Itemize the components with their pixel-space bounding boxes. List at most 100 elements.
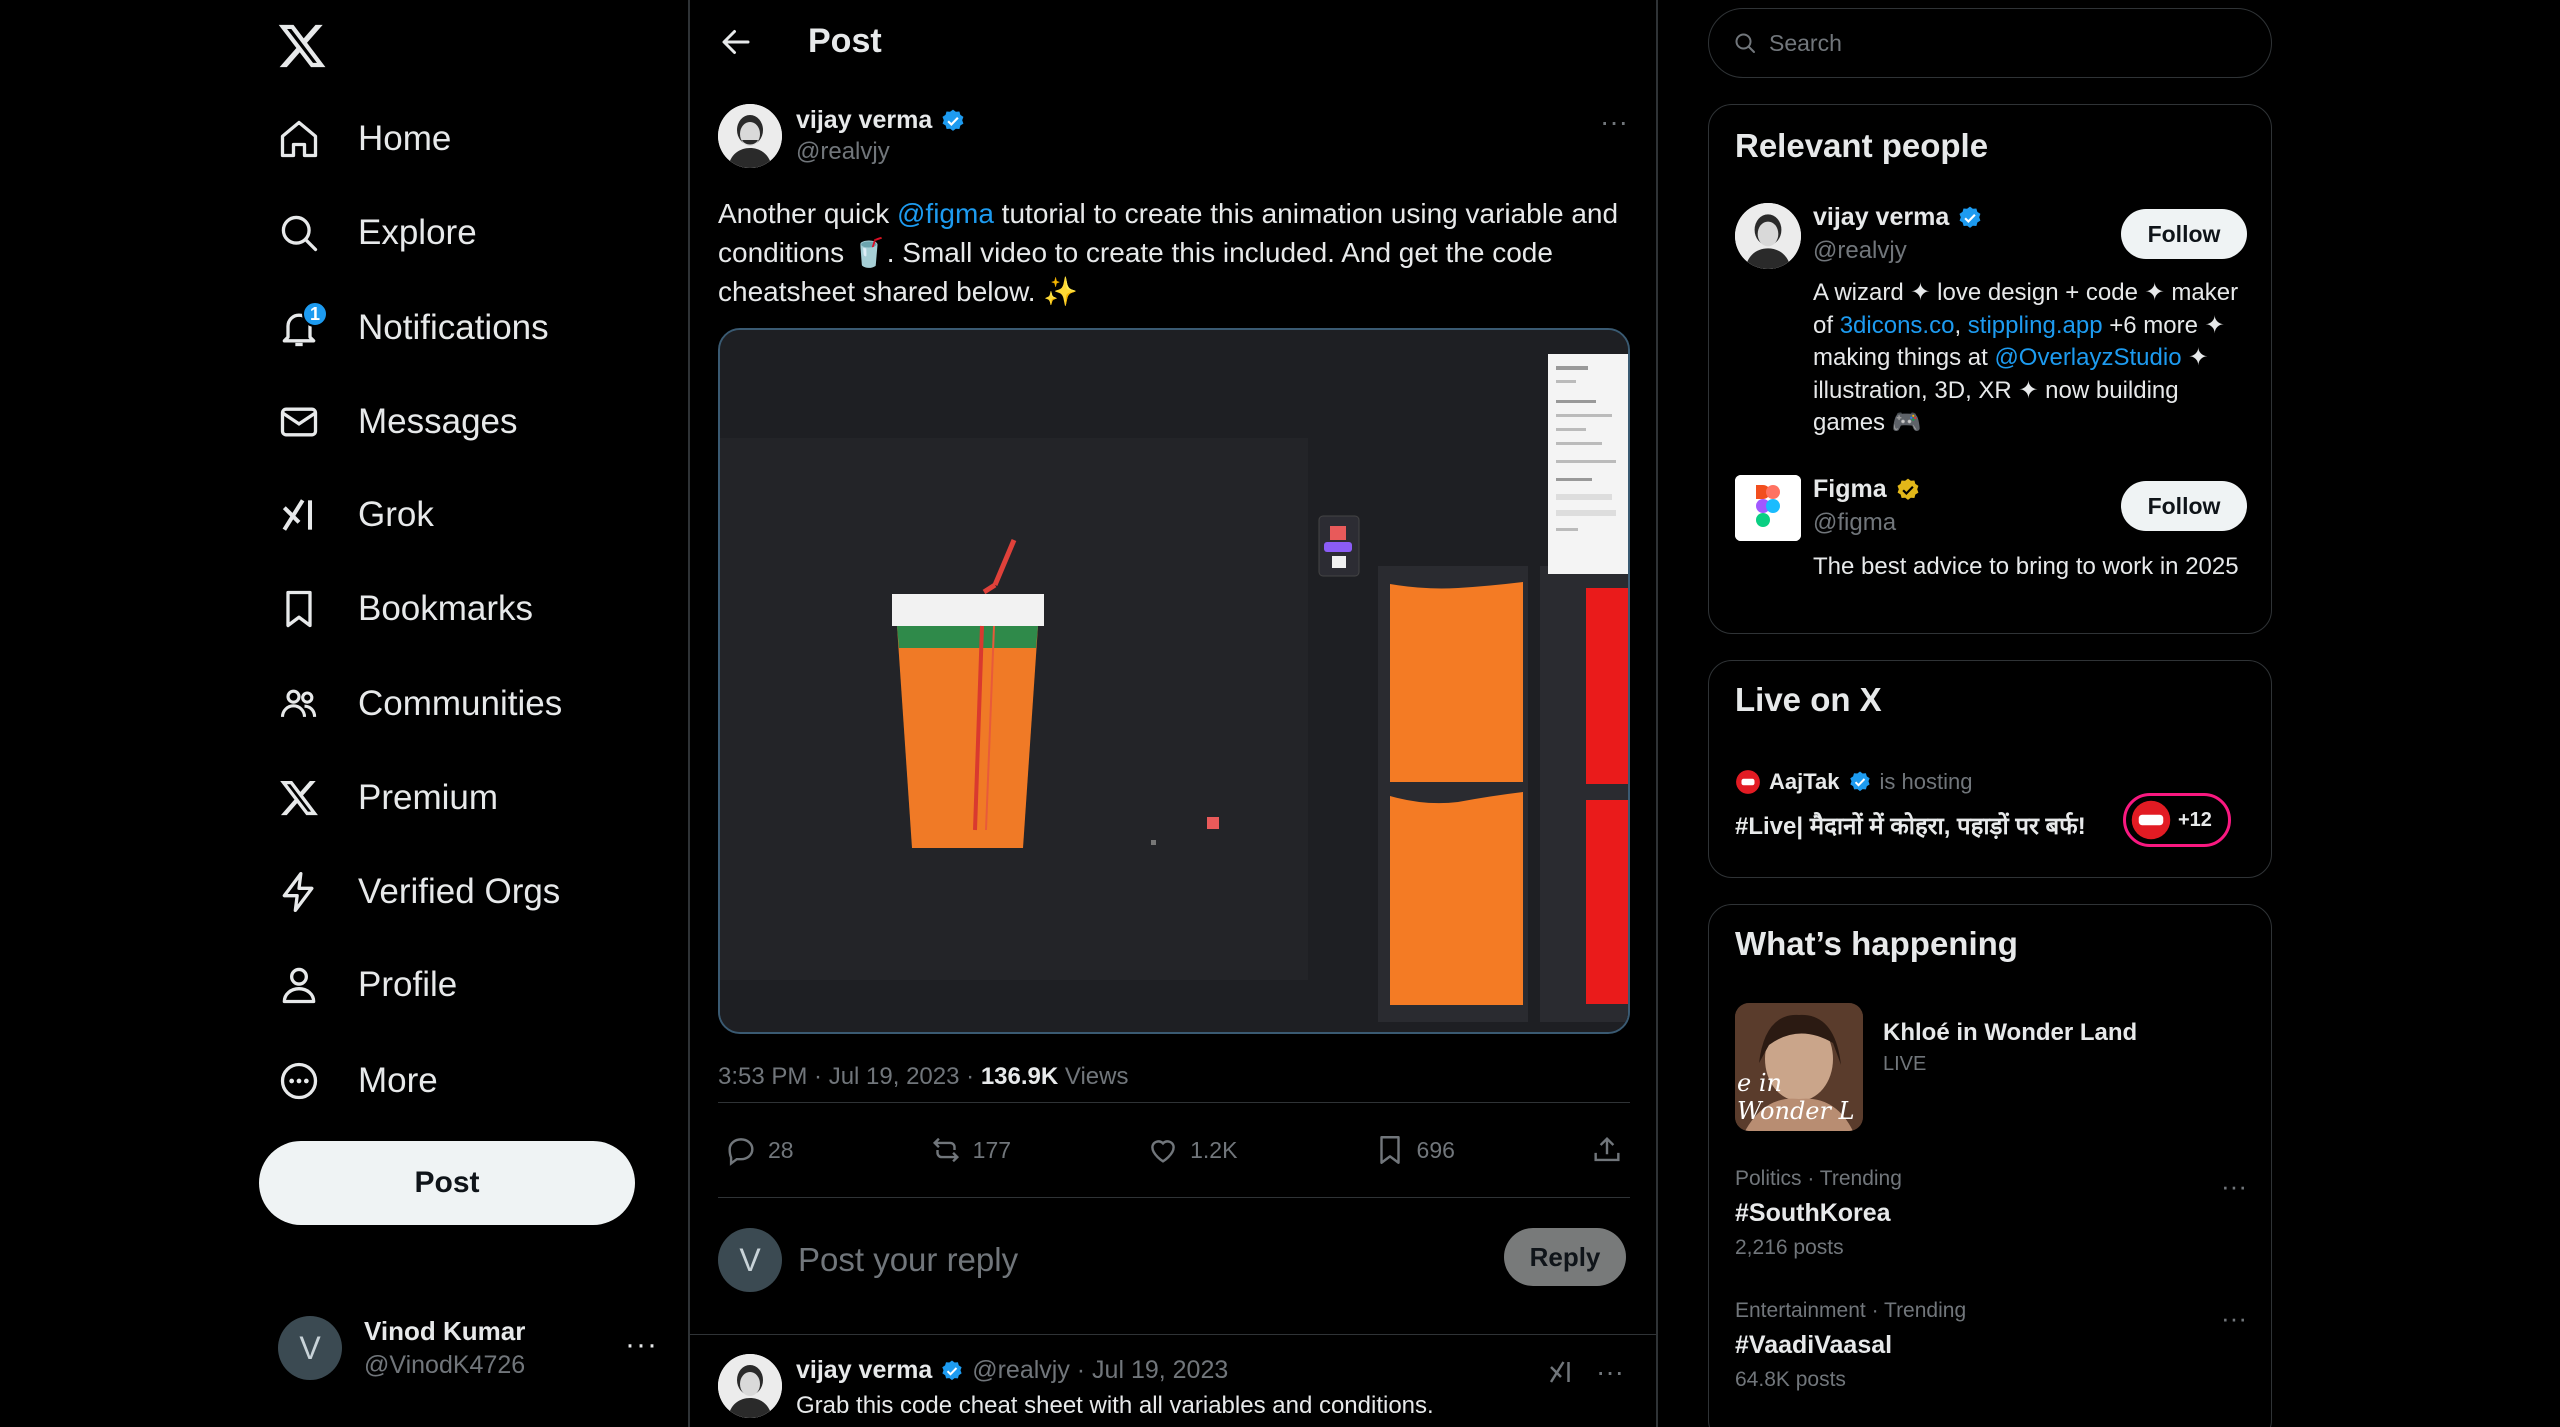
more-horizontal-icon[interactable]: ··· [2221, 1171, 2247, 1202]
verified-badge-icon [1959, 206, 1981, 228]
nav-label: Verified Orgs [358, 872, 561, 911]
post-time[interactable]: 3:53 PM · Jul 19, 2023 · [718, 1063, 981, 1090]
nav-messages[interactable]: Messages [274, 387, 518, 457]
nav-profile[interactable]: Profile [274, 950, 457, 1020]
nav-label: More [358, 1061, 438, 1100]
more-horizontal-icon[interactable]: ··· [1600, 106, 1628, 138]
avatar[interactable] [1735, 203, 1801, 269]
follow-button[interactable]: Follow [2121, 481, 2247, 531]
divider [690, 1334, 1656, 1335]
x-logo-icon[interactable] [276, 20, 328, 72]
reply-post[interactable]: vijay verma @realvjy · Jul 19, 2023 Grab… [718, 1352, 1630, 1427]
live-listeners[interactable]: +12 [2123, 793, 2231, 847]
right-sidebar: Relevant people vijay verma @realvjy Fol… [1658, 0, 2560, 1427]
post-actions: 28 177 1.2K 696 [718, 1102, 1630, 1198]
trend-category: Politics · Trending [1735, 1167, 1902, 1190]
post-meta: 3:53 PM · Jul 19, 2023 · 136.9K Views [718, 1063, 1128, 1091]
trend-name: #SouthKorea [1735, 1199, 1891, 1227]
search-icon [1735, 33, 1755, 53]
views-count: 136.9K [980, 1063, 1059, 1090]
reply-composer: V Reply [718, 1228, 1630, 1292]
trend-item[interactable]: Entertainment · Trending #VaadiVaasal 64… [1735, 1299, 2247, 1392]
grok-icon[interactable] [1546, 1357, 1576, 1387]
nav-notifications[interactable]: 1 Notifications [274, 293, 549, 363]
account-handle: @VinodK4726 [364, 1351, 526, 1379]
avatar[interactable] [718, 104, 782, 168]
more-circle-icon [274, 1056, 324, 1106]
person-card[interactable]: Figma @figma Follow The best advice to b… [1735, 475, 2247, 615]
bell-icon: 1 [274, 301, 328, 353]
live-host-row[interactable]: AajTak is hosting [1735, 769, 1972, 795]
post-text: Another quick @figma tutorial to create … [718, 194, 1638, 311]
reply-author[interactable]: vijay verma [796, 1356, 932, 1385]
figma-logo-icon[interactable] [1735, 475, 1801, 541]
trend-item[interactable]: Politics · Trending #SouthKorea 2,216 po… [1735, 1167, 2247, 1260]
bio-link[interactable]: stippling.app [1968, 312, 2103, 339]
live-host: AajTak [1769, 769, 1840, 794]
more-horizontal-icon[interactable]: ··· [2221, 1303, 2247, 1334]
search-input[interactable] [1769, 29, 2249, 57]
heart-icon [1151, 1140, 1175, 1163]
nav-grok[interactable]: Grok [274, 480, 434, 550]
verified-badge-icon [942, 109, 964, 131]
nav-label: Home [358, 119, 452, 158]
gold-verified-badge-icon [1897, 478, 1919, 500]
bio-link[interactable]: @OverlayzStudio [1994, 344, 2181, 371]
relevant-people-panel: Relevant people vijay verma @realvjy Fol… [1708, 104, 2272, 634]
person-name-text: vijay verma [1813, 203, 1950, 231]
event-thumbnail: e in Wonder L [1735, 1003, 1863, 1131]
featured-event[interactable]: e in Wonder L Khloé in Wonder Land LIVE [1735, 1003, 2247, 1133]
bio-text: , [1954, 311, 1968, 339]
reply-action[interactable]: 28 [724, 1133, 794, 1167]
panel-title: Live on X [1735, 681, 1882, 718]
post-button[interactable]: Post [259, 1141, 635, 1225]
search-box[interactable] [1708, 8, 2272, 78]
grok-icon [274, 490, 324, 540]
nav-label: Profile [358, 965, 458, 1004]
page-title: Post [808, 22, 882, 60]
whats-happening-panel: What’s happening e in Wonder L Khloé in … [1708, 904, 2272, 1427]
post-video[interactable] [718, 328, 1630, 1034]
nav-label: Premium [358, 778, 499, 817]
verified-badge-icon [1849, 771, 1870, 792]
x-icon [274, 773, 324, 823]
person-name: vijay verma [1813, 203, 1983, 232]
person-card[interactable]: vijay verma @realvjy Follow A wizard ✦ l… [1735, 203, 2247, 436]
repost-action[interactable]: 177 [929, 1133, 1011, 1167]
aajtak-logo-icon [1736, 770, 1760, 794]
reply-button[interactable]: Reply [1504, 1228, 1626, 1286]
account-switcher[interactable]: V Vinod Kumar @VinodK4726 ··· [278, 1308, 668, 1388]
follow-button[interactable]: Follow [2121, 209, 2247, 259]
trend-name: #VaadiVaasal [1735, 1331, 1893, 1359]
bookmark-count: 696 [1416, 1136, 1455, 1163]
avatar: V [278, 1316, 342, 1380]
nav-more[interactable]: More [274, 1046, 438, 1116]
live-stream-title[interactable]: #Live| मैदानों में कोहरा, पहाड़ों पर बर्… [1735, 809, 2086, 842]
bookmark-action[interactable]: 696 [1373, 1133, 1455, 1167]
nav-bookmarks[interactable]: Bookmarks [274, 574, 533, 644]
avatar[interactable] [718, 1354, 782, 1418]
panel-title: What’s happening [1735, 925, 2018, 962]
author-handle[interactable]: @realvjy [796, 138, 890, 166]
nav-communities[interactable]: Communities [274, 669, 562, 739]
nav-label: Messages [358, 402, 518, 441]
share-action[interactable] [1590, 1133, 1624, 1167]
like-action[interactable]: 1.2K [1146, 1133, 1237, 1167]
nav-home[interactable]: Home [274, 104, 451, 174]
nav-verified-orgs[interactable]: Verified Orgs [274, 857, 560, 927]
people-icon [274, 679, 324, 729]
nav-premium[interactable]: Premium [274, 763, 498, 833]
reply-input[interactable] [798, 1238, 1398, 1282]
bio-link[interactable]: 3dicons.co [1840, 312, 1955, 339]
back-arrow-icon[interactable] [718, 24, 758, 64]
trend-category: Entertainment · Trending [1735, 1299, 1967, 1322]
reply-header: vijay verma @realvjy · Jul 19, 2023 [796, 1356, 1228, 1385]
author-name[interactable]: vijay verma [796, 106, 966, 135]
post-header: Post [690, 0, 1656, 88]
more-horizontal-icon[interactable]: ··· [625, 1328, 658, 1362]
trend-count: 64.8K posts [1735, 1368, 1846, 1391]
mention-link[interactable]: @figma [897, 198, 994, 229]
panel-title: Relevant people [1735, 127, 1989, 164]
more-horizontal-icon[interactable]: ··· [1596, 1356, 1624, 1388]
nav-explore[interactable]: Explore [274, 198, 477, 268]
